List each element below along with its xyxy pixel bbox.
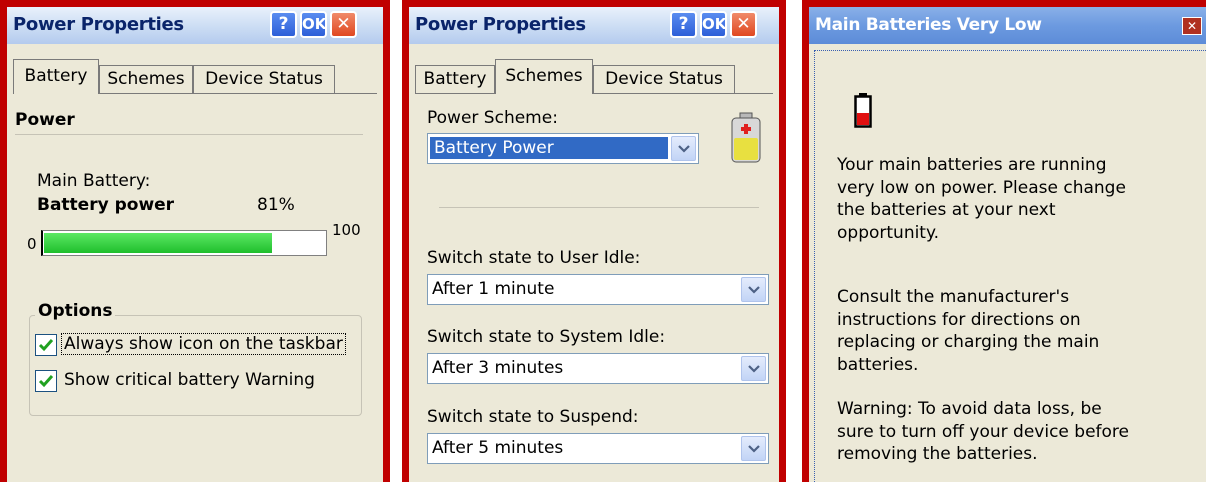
message-line: very low on power. Please change — [837, 177, 1126, 198]
main-batteries-very-low-window: Main Batteries Very Low ✕ Your main batt… — [802, 0, 1206, 482]
message-line: removing the batteries. — [837, 444, 1038, 464]
scale-max-label: 100 — [332, 221, 361, 239]
help-button[interactable]: ? — [670, 11, 697, 38]
chevron-down-icon[interactable] — [741, 436, 766, 461]
suspend-dropdown[interactable]: After 5 minutes — [427, 433, 769, 464]
taskbar-icon-checkbox[interactable] — [35, 334, 57, 356]
message-line: Warning: To avoid data loss, be — [837, 399, 1102, 419]
focus-border-top — [814, 50, 1206, 51]
close-button[interactable]: ✕ — [1182, 17, 1202, 35]
focus-border-left — [814, 50, 815, 482]
message-line: Your main batteries are running — [837, 155, 1107, 175]
scale-min-label: 0 — [27, 235, 37, 253]
message-line: replacing or charging the main — [837, 332, 1100, 352]
suspend-label: Switch state to Suspend: — [427, 407, 639, 427]
options-heading: Options — [35, 301, 116, 321]
title-bar: Power Properties ? OK ✕ — [409, 7, 779, 44]
power-scheme-label: Power Scheme: — [427, 108, 558, 128]
taskbar-icon-option-label[interactable]: Always show icon on the taskbar — [61, 333, 346, 355]
warning-message-3: Warning: To avoid data loss, be sure to … — [837, 398, 1129, 466]
dialog-body: Power Properties ? OK ✕ Battery Schemes … — [7, 7, 383, 482]
battery-percent: 81% — [257, 195, 295, 215]
options-groupbox — [29, 315, 362, 416]
checkmark-icon — [38, 339, 54, 352]
power-properties-schemes-window: Power Properties ? OK ✕ Battery Schemes … — [402, 0, 786, 482]
ok-button[interactable]: OK — [300, 11, 327, 38]
close-button[interactable]: ✕ — [330, 11, 357, 38]
battery-level-bar — [41, 230, 327, 256]
power-scheme-dropdown[interactable]: Battery Power — [427, 133, 699, 164]
main-battery-label: Main Battery: — [37, 171, 151, 191]
tab-battery[interactable]: Battery — [415, 65, 495, 93]
warning-message-1: Your main batteries are running very low… — [837, 154, 1126, 244]
tab-divider — [415, 93, 773, 94]
title-bar: Power Properties ? OK ✕ — [7, 7, 383, 44]
dialog-body: Main Batteries Very Low ✕ Your main batt… — [809, 7, 1206, 482]
dialog-body: Power Properties ? OK ✕ Battery Schemes … — [409, 7, 779, 482]
user-idle-value: After 1 minute — [432, 279, 555, 299]
message-line: Consult the manufacturer's — [837, 287, 1070, 307]
system-idle-label: Switch state to System Idle: — [427, 327, 666, 347]
chevron-down-icon[interactable] — [741, 356, 766, 381]
power-separator — [15, 134, 363, 135]
critical-warning-checkbox[interactable] — [35, 370, 57, 392]
user-idle-dropdown[interactable]: After 1 minute — [427, 274, 769, 305]
ok-button[interactable]: OK — [700, 11, 727, 38]
low-battery-icon — [854, 93, 872, 128]
message-line: batteries. — [837, 354, 919, 375]
warning-message-2: Consult the manufacturer's instructions … — [837, 286, 1099, 376]
tab-battery[interactable]: Battery — [13, 59, 99, 94]
tab-schemes[interactable]: Schemes — [99, 65, 193, 93]
help-button[interactable]: ? — [270, 11, 297, 38]
chevron-down-icon[interactable] — [671, 136, 696, 161]
title-bar: Main Batteries Very Low ✕ — [809, 7, 1206, 44]
battery-icon — [731, 112, 761, 163]
checkmark-icon — [38, 375, 54, 388]
window-title: Main Batteries Very Low — [815, 15, 1042, 35]
window-title: Power Properties — [13, 14, 184, 35]
power-heading: Power — [15, 110, 75, 130]
suspend-value: After 5 minutes — [432, 438, 564, 458]
tab-device-status[interactable]: Device Status — [193, 65, 335, 93]
power-properties-battery-window: Power Properties ? OK ✕ Battery Schemes … — [0, 0, 390, 482]
message-line: sure to turn off your device before — [837, 421, 1129, 442]
tab-schemes[interactable]: Schemes — [495, 59, 593, 94]
message-line: the batteries at your next — [837, 200, 1056, 220]
tab-device-status[interactable]: Device Status — [593, 65, 735, 93]
battery-level-fill — [44, 233, 272, 253]
system-idle-value: After 3 minutes — [432, 358, 564, 378]
system-idle-dropdown[interactable]: After 3 minutes — [427, 353, 769, 384]
close-button[interactable]: ✕ — [730, 11, 757, 38]
scheme-separator — [439, 207, 759, 208]
user-idle-label: Switch state to User Idle: — [427, 248, 641, 268]
message-line: instructions for directions on — [837, 309, 1081, 330]
critical-warning-option-label[interactable]: Show critical battery Warning — [64, 370, 315, 390]
chevron-down-icon[interactable] — [741, 277, 766, 302]
battery-status: Battery power — [37, 195, 175, 215]
power-scheme-value: Battery Power — [430, 137, 668, 159]
message-line: opportunity. — [837, 222, 940, 243]
window-title: Power Properties — [415, 14, 586, 35]
